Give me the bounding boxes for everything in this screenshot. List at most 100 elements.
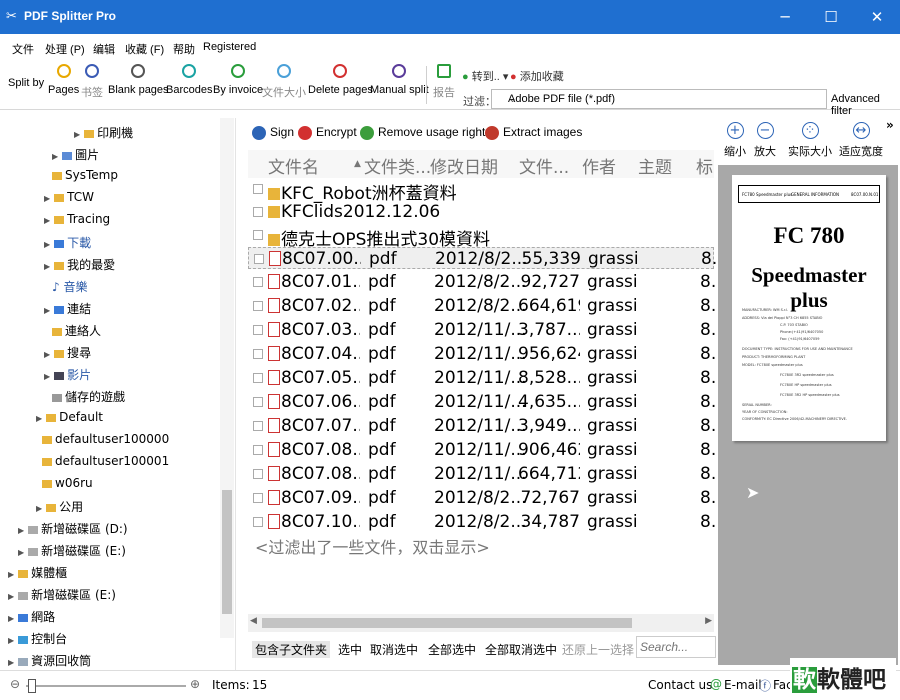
encrypt-button[interactable]: Encrypt — [298, 125, 357, 140]
tree-item[interactable]: ▶ 資源回收筒 — [8, 652, 91, 669]
folder-row[interactable]: KFClids2012.12.06 — [248, 201, 714, 223]
row-checkbox[interactable] — [253, 301, 263, 311]
scrollbar-thumb[interactable] — [262, 618, 632, 628]
row-checkbox[interactable] — [253, 349, 263, 359]
column-subject[interactable]: 主题 — [638, 153, 672, 178]
filtered-files-hint[interactable]: <过滤出了一些文件，双击显示> — [255, 534, 490, 558]
row-checkbox[interactable] — [253, 207, 263, 217]
overflow-chevron-icon[interactable]: » — [886, 118, 894, 132]
file-row[interactable]: 8C07.08.... pdf 2012/11/...906,462 grassi 8. — [248, 439, 716, 461]
split-by-invoice-button[interactable]: By invoice — [213, 64, 263, 96]
tree-item[interactable]: ▶ 公用 — [36, 498, 83, 515]
tree-item[interactable]: defaultuser100001 — [42, 454, 169, 468]
row-checkbox[interactable] — [253, 397, 263, 407]
column-type[interactable]: 文件类... — [364, 153, 431, 178]
tree-item[interactable]: ♪ 音樂 — [52, 278, 88, 295]
file-row[interactable]: 8C07.03.... pdf 2012/11/...3,787.... grassi… — [248, 319, 716, 341]
select-all-button[interactable]: 全部选中 — [428, 641, 476, 658]
file-row[interactable]: 8C07.00.... pdf 2012/8/2...55,339 grassi 8. — [248, 247, 717, 269]
row-checkbox[interactable] — [253, 445, 263, 455]
scrollbar-thumb[interactable] — [222, 490, 232, 614]
tree-scrollbar[interactable] — [220, 118, 234, 638]
zoom-in-button[interactable]: − 放大 — [754, 122, 776, 159]
file-row[interactable]: 8C07.06.... pdf 2012/11/...4,635.... grassi… — [248, 391, 716, 413]
tree-item[interactable]: ▶ 印刷機 — [74, 124, 133, 141]
tree-item[interactable]: w06ru — [42, 476, 93, 490]
tree-item[interactable]: ▶ 新增磁碟區 (E:) — [8, 586, 116, 603]
row-checkbox[interactable] — [253, 277, 263, 287]
tree-item[interactable]: ▶ TCW — [44, 190, 94, 204]
tree-item[interactable]: SysTemp — [52, 168, 118, 182]
row-checkbox[interactable] — [253, 493, 263, 503]
row-checkbox[interactable] — [253, 421, 263, 431]
tree-item[interactable]: ▶ 新增磁碟區 (D:) — [18, 520, 128, 537]
report-button[interactable]: 报告 — [433, 64, 455, 100]
file-row[interactable]: 8C07.08.... pdf 2012/11/...664,712 grassi 8. — [248, 463, 716, 485]
split-barcodes-button[interactable]: Barcodes — [166, 64, 212, 96]
row-checkbox[interactable] — [253, 325, 263, 335]
menu-process[interactable]: 处理 (P) — [45, 41, 85, 57]
split-bookmarks-button[interactable]: 书签 — [81, 64, 103, 100]
deselect-button[interactable]: 取消选中 — [370, 641, 418, 658]
tree-item[interactable]: ▶ 網路 — [8, 608, 55, 625]
column-name[interactable]: 文件名 — [268, 153, 319, 178]
actual-size-button[interactable]: ⁘ 实际大小 — [788, 122, 832, 159]
tree-item[interactable]: ▶ 影片 — [44, 366, 91, 383]
email-link[interactable]: E-mail — [724, 678, 762, 692]
split-file-size-button[interactable]: 文件大小 — [262, 64, 306, 100]
tree-item[interactable]: ▶ 媒體櫃 — [8, 564, 67, 581]
row-checkbox[interactable] — [253, 469, 263, 479]
extract-images-button[interactable]: Extract images — [485, 125, 582, 140]
scroll-right-icon[interactable]: ▶ — [705, 616, 712, 626]
file-row[interactable]: 8C07.10.... pdf 2012/8/2...34,787 grassi 8. — [248, 511, 716, 533]
slider-handle[interactable] — [28, 679, 36, 693]
menu-help[interactable]: 帮助 — [173, 41, 195, 57]
sign-button[interactable]: Sign — [252, 125, 294, 140]
tree-item[interactable]: ▶ 我的最愛 — [44, 256, 115, 273]
menu-favorites[interactable]: 收藏 (F) — [125, 41, 164, 57]
file-row[interactable]: 8C07.09.... pdf 2012/8/2...72,767 grassi 8. — [248, 487, 716, 509]
include-subfolders-button[interactable]: 包含子文件夹 — [252, 641, 331, 658]
column-author[interactable]: 作者 — [582, 153, 616, 178]
file-row[interactable]: 8C07.07.... pdf 2012/11/...3,949.... grassi… — [248, 415, 716, 437]
contact-us-link[interactable]: Contact us — [648, 678, 712, 692]
file-list-scrollbar[interactable]: ◀ ▶ — [248, 614, 714, 632]
tree-item[interactable]: ▶ 下載 — [44, 234, 91, 251]
row-checkbox[interactable] — [254, 254, 264, 264]
file-row[interactable]: 8C07.01.... pdf 2012/8/2...92,727 grassi 8. — [248, 271, 716, 293]
delete-pages-button[interactable]: Delete pages — [308, 64, 373, 96]
file-row[interactable]: 8C07.04.... pdf 2012/11/...956,624 grassi 8. — [248, 343, 716, 365]
file-row[interactable]: 8C07.05.... pdf 2012/11/...8,528.... grassi… — [248, 367, 716, 389]
folder-row[interactable]: KFC_Robot洲杯蓋資料 — [248, 178, 714, 204]
tree-item[interactable]: ▶ 控制台 — [8, 630, 67, 647]
tree-item[interactable]: 儲存的遊戲 — [52, 388, 125, 405]
add-favorite-button[interactable]: ● 添加收藏 — [510, 68, 564, 84]
scroll-left-icon[interactable]: ◀ — [250, 616, 257, 626]
select-button[interactable]: 选中 — [338, 641, 362, 658]
tree-item[interactable]: ▶ Tracing — [44, 212, 110, 226]
column-size[interactable]: 文件... — [519, 153, 569, 178]
zoom-plus-icon[interactable]: ⊕ — [190, 677, 200, 691]
filter-select[interactable]: Adobe PDF file (*.pdf) ⌄ — [491, 89, 827, 109]
menu-file[interactable]: 文件 — [12, 41, 34, 57]
minimize-button[interactable]: ─ — [762, 0, 808, 34]
file-row[interactable]: 8C07.02.... pdf 2012/8/2...664,619 grassi 8. — [248, 295, 716, 317]
folder-row[interactable]: 德克士OPS推出式30模資料 — [248, 224, 714, 250]
close-button[interactable]: ✕ — [854, 0, 900, 34]
tree-item[interactable]: ▶ Default — [36, 410, 103, 424]
goto-button[interactable]: ● 转到.. ▾ — [462, 68, 508, 84]
manual-split-button[interactable]: Manual split — [370, 64, 429, 96]
tree-item[interactable]: ▶ 搜尋 — [44, 344, 91, 361]
split-pages-button[interactable]: Pages — [48, 64, 79, 96]
zoom-out-button[interactable]: + 缩小 — [724, 122, 746, 159]
menu-edit[interactable]: 编辑 — [93, 41, 115, 57]
tree-item[interactable]: ▶ 連結 — [44, 300, 91, 317]
column-title[interactable]: 标 — [696, 153, 713, 178]
tree-item[interactable]: 連絡人 — [52, 322, 101, 339]
tree-item[interactable]: defaultuser100000 — [42, 432, 169, 446]
split-blank-pages-button[interactable]: Blank pages — [108, 64, 169, 96]
row-checkbox[interactable] — [253, 230, 263, 240]
row-checkbox[interactable] — [253, 373, 263, 383]
maximize-button[interactable]: ☐ — [808, 0, 854, 34]
deselect-all-button[interactable]: 全部取消选中 — [485, 641, 557, 658]
